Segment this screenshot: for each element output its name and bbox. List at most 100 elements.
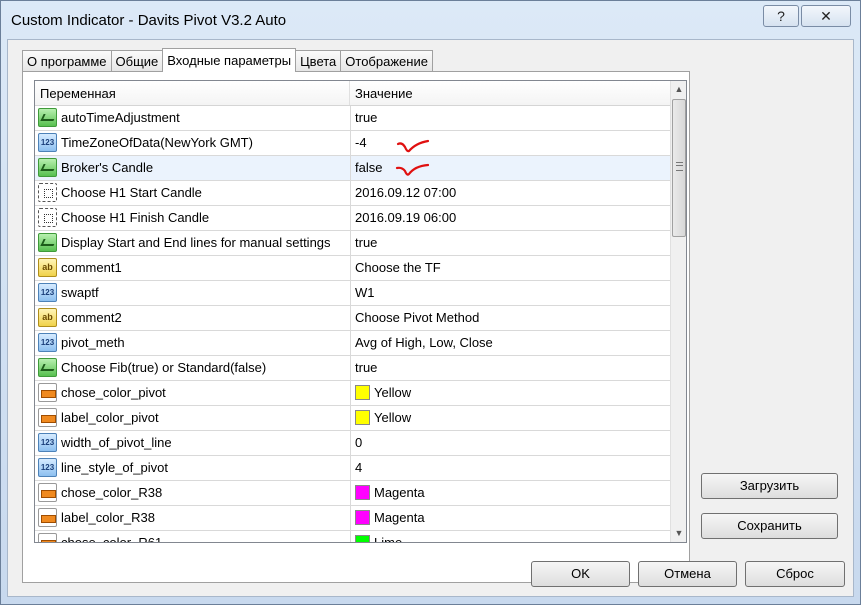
scroll-down-icon[interactable]: ▼ [671, 525, 686, 542]
table-row[interactable]: ab comment1 Choose the TF [35, 256, 670, 281]
ok-button[interactable]: OK [531, 561, 630, 587]
scrollbar-thumb[interactable] [672, 99, 686, 237]
parameter-value-text: -4 [355, 135, 367, 150]
grid-header: Переменная Значение [35, 81, 670, 106]
table-row[interactable]: Choose H1 Finish Candle 2016.09.19 06:00 [35, 206, 670, 231]
parameter-value[interactable]: 2016.09.12 07:00 [355, 181, 665, 205]
parameter-name: comment2 [61, 306, 351, 330]
cancel-button[interactable]: Отмена [638, 561, 737, 587]
date-type-icon [38, 183, 57, 202]
tab-colors[interactable]: Цвета [295, 50, 342, 71]
table-row[interactable]: Choose Fib(true) or Standard(false) true [35, 356, 670, 381]
annotation-check-icon [395, 163, 429, 176]
color-swatch [355, 510, 370, 525]
parameter-value[interactable]: Yellow [355, 406, 665, 430]
parameter-name: autoTimeAdjustment [61, 106, 351, 130]
table-row[interactable]: 123 pivot_meth Avg of High, Low, Close [35, 331, 670, 356]
str-type-icon: ab [38, 308, 57, 327]
parameter-value[interactable]: 4 [355, 456, 665, 480]
parameter-value[interactable]: true [355, 231, 665, 255]
vertical-scrollbar[interactable]: ▲ ▼ [670, 81, 686, 542]
parameter-value-text: 2016.09.12 07:00 [355, 185, 457, 200]
parameter-name: swaptf [61, 281, 351, 305]
parameter-name: pivot_meth [61, 331, 351, 355]
table-row[interactable]: Broker's Candle false [35, 156, 670, 181]
color-swatch [355, 485, 370, 500]
table-row[interactable]: ab comment2 Choose Pivot Method [35, 306, 670, 331]
parameter-value[interactable]: 2016.09.19 06:00 [355, 206, 665, 230]
table-row[interactable]: label_color_R38 Magenta [35, 506, 670, 531]
bool-type-icon [38, 233, 57, 252]
color-type-icon [38, 533, 57, 542]
parameter-value[interactable]: Choose Pivot Method [355, 306, 665, 330]
parameter-name: chose_color_R61 [61, 531, 351, 542]
table-row[interactable]: Choose H1 Start Candle 2016.09.12 07:00 [35, 181, 670, 206]
parameter-value-text: Yellow [374, 385, 412, 400]
table-row[interactable]: 123 width_of_pivot_line 0 [35, 431, 670, 456]
num-type-icon: 123 [38, 458, 57, 477]
parameter-value[interactable]: 0 [355, 431, 665, 455]
parameter-value-text: Magenta [374, 510, 425, 525]
inputs-tab-panel: Переменная Значение autoTimeAdjustment tr… [22, 71, 690, 583]
parameter-value[interactable]: Choose the TF [355, 256, 665, 280]
bool-type-icon [38, 358, 57, 377]
table-row[interactable]: Display Start and End lines for manual s… [35, 231, 670, 256]
color-swatch [355, 385, 370, 400]
parameter-name: label_color_pivot [61, 406, 351, 430]
parameter-value[interactable]: Yellow [355, 381, 665, 405]
tab-about[interactable]: О программе [22, 50, 112, 71]
parameter-name: label_color_R38 [61, 506, 351, 530]
parameter-value-text: Lime [374, 535, 403, 543]
parameter-value[interactable]: Lime [355, 531, 665, 543]
title-bar[interactable]: Custom Indicator - Davits Pivot V3.2 Aut… [1, 1, 860, 39]
table-row[interactable]: chose_color_R61 Lime [35, 531, 670, 543]
bool-type-icon [38, 108, 57, 127]
load-button[interactable]: Загрузить [701, 473, 838, 499]
parameter-name: chose_color_pivot [61, 381, 351, 405]
table-row[interactable]: 123 swaptf W1 [35, 281, 670, 306]
column-header-value[interactable]: Значение [350, 81, 670, 105]
table-row[interactable]: autoTimeAdjustment true [35, 106, 670, 131]
parameter-name: chose_color_R38 [61, 481, 351, 505]
parameter-name: width_of_pivot_line [61, 431, 351, 455]
help-button[interactable]: ? [763, 5, 799, 27]
color-type-icon [38, 408, 57, 427]
parameter-value-text: W1 [355, 285, 375, 300]
scroll-up-icon[interactable]: ▲ [671, 81, 686, 98]
table-row[interactable]: label_color_pivot Yellow [35, 406, 670, 431]
parameter-name: TimeZoneOfData(NewYork GMT) [61, 131, 351, 155]
parameters-grid: Переменная Значение autoTimeAdjustment tr… [34, 80, 687, 543]
column-header-variable[interactable]: Переменная [35, 81, 350, 105]
tab-visualization[interactable]: Отображение [340, 50, 433, 71]
parameter-name: Display Start and End lines for manual s… [61, 231, 351, 255]
parameter-value[interactable]: Magenta [355, 481, 665, 505]
parameter-value-text: Magenta [374, 485, 425, 500]
tab-inputs[interactable]: Входные параметры [162, 48, 297, 72]
parameter-name: Choose H1 Start Candle [61, 181, 351, 205]
parameter-value[interactable]: W1 [355, 281, 665, 305]
parameter-value[interactable]: true [355, 106, 665, 130]
parameter-value-text: true [355, 360, 378, 375]
parameter-value-text: 4 [355, 460, 363, 475]
tab-strip: О программе Общие Входные параметры Цвет… [22, 48, 433, 72]
tab-common[interactable]: Общие [110, 50, 164, 71]
parameter-value[interactable]: true [355, 356, 665, 380]
table-row[interactable]: chose_color_pivot Yellow [35, 381, 670, 406]
parameter-value[interactable]: Avg of High, Low, Close [355, 331, 665, 355]
parameter-name: Choose Fib(true) or Standard(false) [61, 356, 351, 380]
parameter-value-text: 2016.09.19 06:00 [355, 210, 457, 225]
close-button[interactable]: ✕ [801, 5, 851, 27]
grid-rows: autoTimeAdjustment true 123 TimeZoneOfData(… [35, 106, 670, 543]
parameter-value-text: true [355, 110, 378, 125]
table-row[interactable]: 123 line_style_of_pivot 4 [35, 456, 670, 481]
color-swatch [355, 535, 370, 542]
table-row[interactable]: 123 TimeZoneOfData(NewYork GMT) -4 [35, 131, 670, 156]
table-row[interactable]: chose_color_R38 Magenta [35, 481, 670, 506]
parameter-value[interactable]: Magenta [355, 506, 665, 530]
parameter-name: line_style_of_pivot [61, 456, 351, 480]
reset-button[interactable]: Сброс [745, 561, 845, 587]
parameter-name: comment1 [61, 256, 351, 280]
save-button[interactable]: Сохранить [701, 513, 838, 539]
window-title: Custom Indicator - Davits Pivot V3.2 Aut… [11, 12, 287, 29]
color-type-icon [38, 508, 57, 527]
